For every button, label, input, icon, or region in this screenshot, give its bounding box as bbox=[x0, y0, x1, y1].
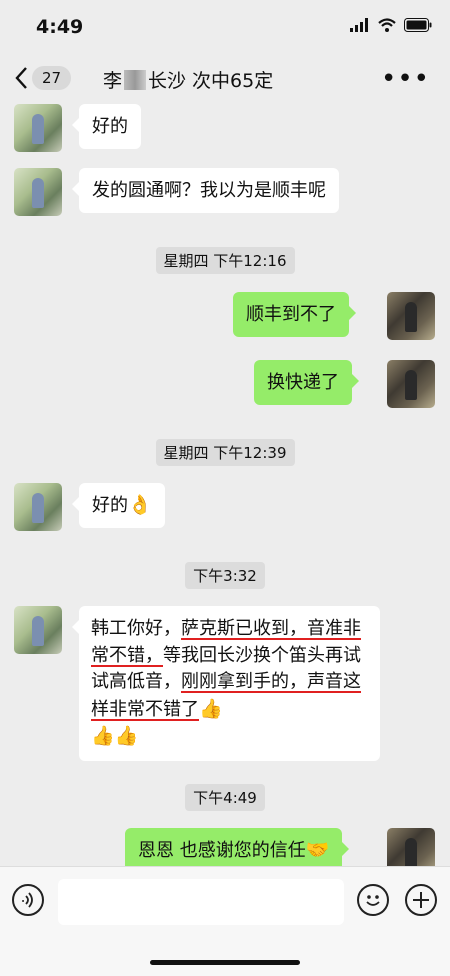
contact-avatar[interactable] bbox=[14, 168, 62, 216]
message-text: 发的圆通啊？我以为是顺丰呢 bbox=[92, 180, 326, 201]
message-text: 换快递了 bbox=[267, 372, 339, 393]
title-prefix: 李 bbox=[103, 70, 123, 92]
my-avatar[interactable] bbox=[387, 360, 435, 408]
my-avatar[interactable] bbox=[387, 292, 435, 340]
contact-avatar[interactable] bbox=[14, 606, 62, 654]
message-text: 韩工你好， bbox=[91, 618, 181, 639]
plus-sign-icon bbox=[413, 892, 429, 908]
timestamp-label: 星期四 下午12:39 bbox=[155, 439, 295, 466]
message-text: 恩恩 也感谢您的信任 bbox=[138, 840, 306, 861]
chat-title: 李 长沙 次中65定 bbox=[103, 66, 273, 93]
name-mosaic bbox=[124, 69, 147, 90]
message-bubble[interactable]: 发的圆通啊？我以为是顺丰呢 bbox=[72, 168, 339, 213]
title-suffix: 长沙 次中65定 bbox=[148, 70, 274, 92]
timestamp: 下午3:32 bbox=[0, 562, 450, 589]
battery-icon bbox=[404, 18, 432, 32]
smiley-face-icon bbox=[366, 895, 380, 906]
timestamp-label: 下午3:32 bbox=[185, 562, 265, 589]
signal-icon bbox=[350, 18, 368, 32]
input-bar bbox=[0, 866, 450, 976]
chat-area[interactable]: 好的 发的圆通啊？我以为是顺丰呢 星期四 下午12:16 顺丰到不了 换快递了 … bbox=[0, 104, 450, 866]
status-bar: 4:49 bbox=[0, 0, 450, 56]
message-text: 好的 bbox=[92, 495, 128, 516]
message-text: 顺丰到不了 bbox=[246, 304, 336, 325]
home-indicator[interactable] bbox=[150, 960, 300, 965]
chat-header: 27 李 长沙 次中65定 ••• bbox=[0, 56, 450, 104]
status-time: 4:49 bbox=[36, 16, 84, 38]
contact-avatar[interactable] bbox=[14, 483, 62, 531]
message-bubble[interactable]: 顺丰到不了 bbox=[233, 292, 356, 337]
my-avatar[interactable] bbox=[387, 828, 435, 866]
unread-badge: 27 bbox=[32, 66, 72, 90]
emoji-icon[interactable] bbox=[357, 884, 389, 916]
message-text: 好的 bbox=[92, 116, 128, 137]
timestamp: 下午4:49 bbox=[0, 784, 450, 811]
message-bubble[interactable]: 好的 bbox=[72, 104, 141, 149]
timestamp-label: 下午4:49 bbox=[185, 784, 265, 811]
speaker-waves-icon bbox=[22, 892, 33, 908]
timestamp: 星期四 下午12:39 bbox=[0, 439, 450, 466]
timestamp: 星期四 下午12:16 bbox=[0, 247, 450, 274]
message-bubble[interactable]: 恩恩 也感谢您的信任🤝 bbox=[125, 828, 350, 866]
wifi-icon bbox=[378, 18, 396, 32]
back-button[interactable]: 27 bbox=[14, 66, 72, 90]
ok-hand-emoji: 👌 bbox=[128, 494, 152, 516]
more-icon[interactable]: ••• bbox=[381, 64, 430, 94]
handshake-emoji: 🤝 bbox=[305, 839, 330, 861]
message-bubble[interactable]: 换快递了 bbox=[254, 360, 359, 405]
voice-icon[interactable] bbox=[12, 884, 44, 916]
message-bubble[interactable]: 韩工你好，萨克斯已收到，音准非常不错，等我回长沙换个笛头再试试高低音，刚刚拿到手… bbox=[72, 606, 380, 761]
contact-avatar[interactable] bbox=[14, 104, 62, 152]
message-bubble[interactable]: 好的👌 bbox=[72, 483, 165, 528]
thumbs-up-emoji: 👍👍 bbox=[91, 725, 139, 747]
message-input[interactable] bbox=[58, 879, 344, 925]
chevron-left-icon bbox=[15, 67, 27, 89]
timestamp-label: 星期四 下午12:16 bbox=[155, 247, 295, 274]
plus-icon[interactable] bbox=[405, 884, 437, 916]
thumbs-up-emoji: 👍 bbox=[199, 697, 223, 720]
status-icons bbox=[350, 18, 432, 32]
